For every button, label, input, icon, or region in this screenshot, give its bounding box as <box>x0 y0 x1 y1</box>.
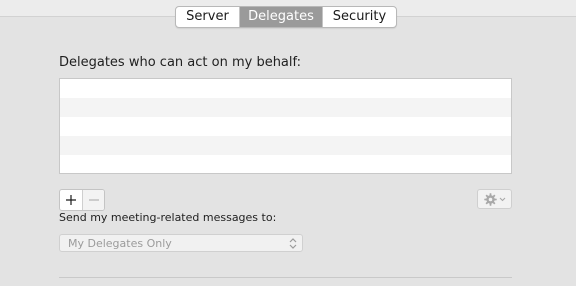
chevron-down-icon <box>499 197 505 201</box>
remove-delegate-button[interactable] <box>82 190 104 210</box>
list-row[interactable] <box>60 98 511 117</box>
minus-icon <box>88 199 99 201</box>
add-delegate-button[interactable] <box>60 190 82 210</box>
tab-security[interactable]: Security <box>322 7 396 27</box>
tab-delegates[interactable]: Delegates <box>239 7 322 27</box>
divider <box>59 277 512 278</box>
list-row[interactable] <box>60 155 511 173</box>
gear-icon <box>483 192 497 206</box>
plus-icon <box>66 195 76 205</box>
list-row[interactable] <box>60 79 511 98</box>
list-row[interactable] <box>60 136 511 155</box>
select-value: My Delegates Only <box>68 237 172 250</box>
add-remove-buttons <box>59 189 105 211</box>
delegates-label: Delegates who can act on my behalf: <box>59 55 301 70</box>
tab-server[interactable]: Server <box>176 7 239 27</box>
delegates-list[interactable] <box>59 78 512 174</box>
send-messages-label: Send my meeting-related messages to: <box>59 211 277 224</box>
messages-recipient-select[interactable]: My Delegates Only <box>59 234 303 252</box>
delegate-actions-button[interactable] <box>477 189 512 209</box>
tab-bar: Server Delegates Security <box>175 6 397 28</box>
up-down-chevron-icon <box>289 238 297 249</box>
list-row[interactable] <box>60 117 511 136</box>
